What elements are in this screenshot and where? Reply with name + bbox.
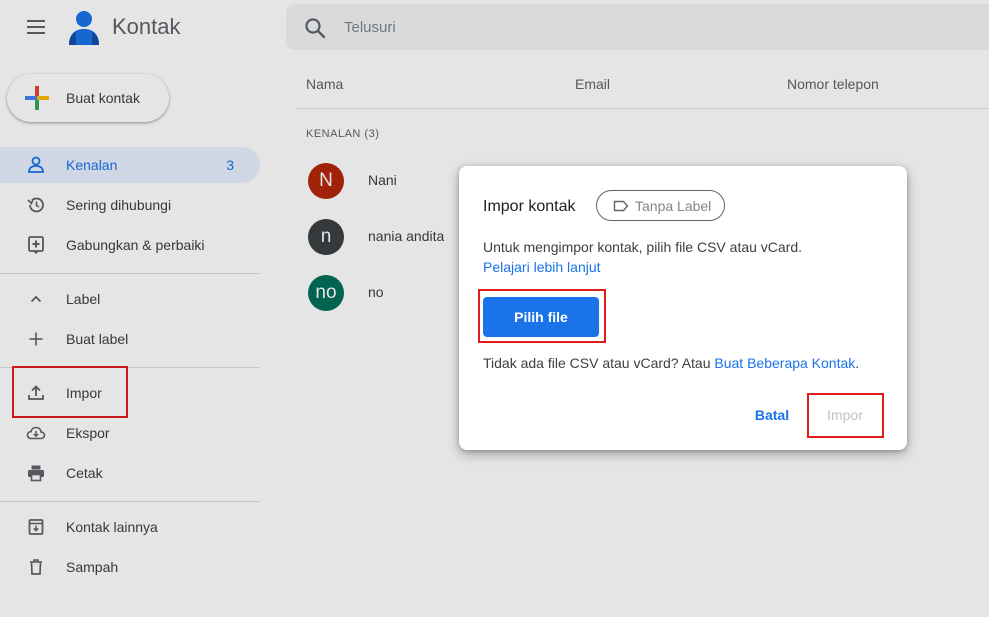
dialog-note-text: Tidak ada file CSV atau vCard? Atau — [483, 355, 715, 371]
label-chip[interactable]: Tanpa Label — [596, 190, 726, 221]
learn-more-link[interactable]: Pelajari lebih lanjut — [483, 259, 601, 275]
import-button[interactable]: Impor — [813, 399, 877, 431]
dialog-description: Untuk mengimpor kontak, pilih file CSV a… — [483, 239, 803, 255]
contacts-app: Kontak Buat kontak Kenalan 3 — [0, 0, 989, 617]
dialog-note-end: . — [855, 355, 860, 371]
chip-label: Tanpa Label — [635, 197, 712, 214]
dialog-note: Tidak ada file CSV atau vCard? Atau Buat… — [483, 355, 859, 371]
cancel-button[interactable]: Batal — [747, 399, 797, 431]
dialog-title: Impor kontak — [483, 198, 576, 215]
choose-file-button[interactable]: Pilih file — [483, 297, 599, 337]
import-dialog: Impor kontak Tanpa Label Untuk mengimpor… — [459, 166, 907, 450]
label-tag-icon — [613, 198, 629, 214]
create-contacts-link[interactable]: Buat Beberapa Kontak — [714, 355, 855, 371]
